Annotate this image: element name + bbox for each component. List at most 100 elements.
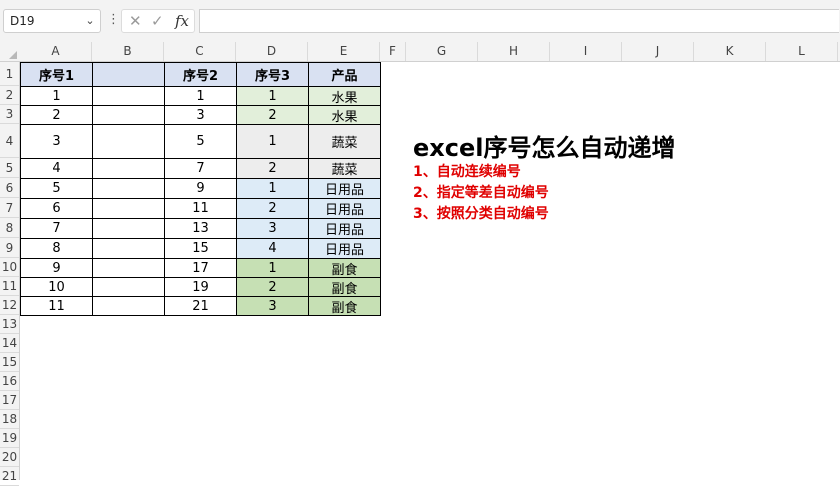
table-cell[interactable]: 9 bbox=[20, 258, 93, 278]
table-cell[interactable]: 1 bbox=[164, 86, 237, 106]
row-header-10[interactable]: 10 bbox=[0, 258, 19, 277]
table-cell[interactable]: 2 bbox=[236, 158, 309, 179]
column-header-j[interactable]: J bbox=[622, 42, 694, 61]
row-header-7[interactable]: 7 bbox=[0, 198, 19, 218]
table-cell[interactable] bbox=[92, 218, 165, 239]
column-header-e[interactable]: E bbox=[308, 42, 380, 61]
row-header-15[interactable]: 15 bbox=[0, 353, 19, 372]
table-cell[interactable] bbox=[92, 296, 165, 316]
note-3[interactable]: 3、按照分类自动编号 bbox=[413, 203, 549, 223]
table-cell[interactable]: 蔬菜 bbox=[308, 158, 381, 179]
table-cell[interactable]: 5 bbox=[20, 178, 93, 199]
column-header-i[interactable]: I bbox=[550, 42, 622, 61]
sheet-title[interactable]: excel序号怎么自动递增 bbox=[413, 128, 676, 163]
column-header-b[interactable]: B bbox=[92, 42, 164, 61]
table-cell[interactable]: 19 bbox=[164, 277, 237, 297]
row-header-20[interactable]: 20 bbox=[0, 448, 19, 467]
table-cell[interactable] bbox=[92, 198, 165, 219]
table-cell[interactable] bbox=[92, 178, 165, 199]
table-header-cell[interactable]: 序号3 bbox=[236, 62, 309, 87]
enter-icon[interactable]: ✓ bbox=[151, 12, 164, 30]
row-header-1[interactable]: 1 bbox=[0, 62, 19, 86]
table-cell[interactable]: 水果 bbox=[308, 86, 381, 106]
column-header-a[interactable]: A bbox=[20, 42, 92, 61]
table-cell[interactable]: 4 bbox=[20, 158, 93, 179]
sheet-grid[interactable]: 序号1 序号2 序号3 产品 1 1 1 水果 2 3 2 水果 3 5 1 蔬菜 4 7 2 蔬菜 5 9 1 日用品 6 11… bbox=[20, 62, 840, 480]
row-header-14[interactable]: 14 bbox=[0, 334, 19, 353]
name-box[interactable]: D19 ⌄ bbox=[3, 9, 101, 33]
table-cell[interactable]: 4 bbox=[236, 238, 309, 259]
column-header-d[interactable]: D bbox=[236, 42, 308, 61]
column-header-f[interactable]: F bbox=[380, 42, 406, 61]
note-1[interactable]: 1、自动连续编号 bbox=[413, 161, 521, 181]
row-header-9[interactable]: 9 bbox=[0, 238, 19, 258]
row-header-16[interactable]: 16 bbox=[0, 372, 19, 391]
table-cell[interactable]: 7 bbox=[20, 218, 93, 239]
table-cell[interactable]: 蔬菜 bbox=[308, 124, 381, 159]
select-all-button[interactable] bbox=[0, 42, 20, 62]
table-cell[interactable]: 1 bbox=[20, 86, 93, 106]
table-cell[interactable]: 日用品 bbox=[308, 238, 381, 259]
table-cell[interactable] bbox=[92, 105, 165, 125]
cancel-icon[interactable]: ✕ bbox=[129, 12, 142, 30]
table-cell[interactable]: 21 bbox=[164, 296, 237, 316]
table-cell[interactable]: 副食 bbox=[308, 258, 381, 278]
table-cell[interactable]: 1 bbox=[236, 124, 309, 159]
table-cell[interactable]: 1 bbox=[236, 178, 309, 199]
table-cell[interactable] bbox=[92, 238, 165, 259]
insert-function-icon[interactable]: fx bbox=[175, 12, 189, 30]
table-cell[interactable]: 11 bbox=[164, 198, 237, 219]
table-cell[interactable] bbox=[92, 277, 165, 297]
table-cell[interactable]: 17 bbox=[164, 258, 237, 278]
table-cell[interactable]: 11 bbox=[20, 296, 93, 316]
table-cell[interactable] bbox=[92, 158, 165, 179]
table-cell[interactable]: 2 bbox=[236, 277, 309, 297]
table-cell[interactable]: 5 bbox=[164, 124, 237, 159]
row-header-2[interactable]: 2 bbox=[0, 86, 19, 105]
table-header-cell[interactable]: 产品 bbox=[308, 62, 381, 87]
row-header-17[interactable]: 17 bbox=[0, 391, 19, 410]
table-cell[interactable]: 3 bbox=[236, 296, 309, 316]
row-header-12[interactable]: 12 bbox=[0, 296, 19, 315]
table-cell[interactable]: 1 bbox=[236, 258, 309, 278]
row-header-18[interactable]: 18 bbox=[0, 410, 19, 429]
table-cell[interactable]: 2 bbox=[20, 105, 93, 125]
table-cell[interactable]: 3 bbox=[20, 124, 93, 159]
table-cell[interactable]: 3 bbox=[236, 218, 309, 239]
table-header-cell[interactable]: 序号2 bbox=[164, 62, 237, 87]
row-header-4[interactable]: 4 bbox=[0, 124, 19, 158]
table-cell[interactable]: 2 bbox=[236, 105, 309, 125]
row-header-8[interactable]: 8 bbox=[0, 218, 19, 238]
column-header-k[interactable]: K bbox=[694, 42, 766, 61]
table-cell[interactable]: 6 bbox=[20, 198, 93, 219]
table-header-cell[interactable]: 序号1 bbox=[20, 62, 93, 87]
table-cell[interactable]: 1 bbox=[236, 86, 309, 106]
column-header-h[interactable]: H bbox=[478, 42, 550, 61]
table-cell[interactable]: 2 bbox=[236, 198, 309, 219]
row-header-5[interactable]: 5 bbox=[0, 158, 19, 178]
formula-input[interactable] bbox=[199, 9, 839, 33]
table-cell[interactable]: 3 bbox=[164, 105, 237, 125]
table-cell[interactable]: 10 bbox=[20, 277, 93, 297]
table-cell[interactable]: 日用品 bbox=[308, 178, 381, 199]
row-header-21[interactable]: 21 bbox=[0, 467, 19, 486]
table-header-cell[interactable] bbox=[92, 62, 165, 87]
table-cell[interactable]: 水果 bbox=[308, 105, 381, 125]
row-header-13[interactable]: 13 bbox=[0, 315, 19, 334]
row-header-3[interactable]: 3 bbox=[0, 105, 19, 124]
table-cell[interactable]: 7 bbox=[164, 158, 237, 179]
column-header-g[interactable]: G bbox=[406, 42, 478, 61]
more-options-icon[interactable]: ⋮ bbox=[107, 12, 120, 27]
table-cell[interactable]: 13 bbox=[164, 218, 237, 239]
column-header-c[interactable]: C bbox=[164, 42, 236, 61]
table-cell[interactable]: 15 bbox=[164, 238, 237, 259]
table-cell[interactable] bbox=[92, 124, 165, 159]
table-cell[interactable]: 日用品 bbox=[308, 218, 381, 239]
table-cell[interactable]: 8 bbox=[20, 238, 93, 259]
table-cell[interactable] bbox=[92, 258, 165, 278]
table-cell[interactable]: 9 bbox=[164, 178, 237, 199]
table-cell[interactable]: 日用品 bbox=[308, 198, 381, 219]
note-2[interactable]: 2、指定等差自动编号 bbox=[413, 182, 549, 202]
column-header-l[interactable]: L bbox=[766, 42, 838, 61]
row-header-11[interactable]: 11 bbox=[0, 277, 19, 296]
